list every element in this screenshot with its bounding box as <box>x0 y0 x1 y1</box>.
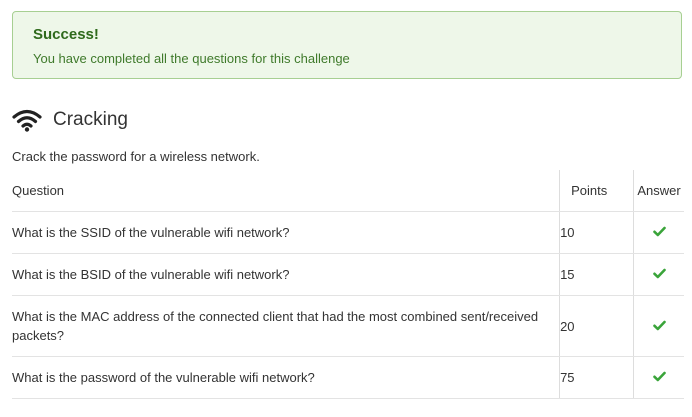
points-value: 20 <box>559 295 634 357</box>
points-value: 10 <box>559 211 634 254</box>
question-text: What is the SSID of the vulnerable wifi … <box>12 225 290 240</box>
table-row: What is the MAC address of the connected… <box>12 295 684 357</box>
column-header-answer: Answer <box>633 170 684 212</box>
question-text: What is the MAC address of the connected… <box>12 309 539 343</box>
check-icon <box>652 319 666 330</box>
check-icon <box>652 267 666 279</box>
section-header: Cracking <box>12 106 128 134</box>
question-text: What is the password of the vulnerable w… <box>12 370 315 385</box>
section-title: Cracking <box>53 109 128 130</box>
wifi-icon <box>12 108 42 132</box>
question-text: What is the BSID of the vulnerable wifi … <box>12 267 290 282</box>
alert-message: You have completed all the questions for… <box>33 51 350 66</box>
table-row: What is the BSID of the vulnerable wifi … <box>12 253 684 296</box>
check-icon <box>652 225 666 237</box>
column-header-question: Question <box>12 170 560 212</box>
table-header-row: Question Points Answer <box>12 170 684 212</box>
success-alert: Success! You have completed all the ques… <box>12 11 682 79</box>
section-description: Crack the password for a wireless networ… <box>12 149 260 164</box>
table-row: What is the SSID of the vulnerable wifi … <box>12 211 684 254</box>
points-value: 75 <box>559 356 634 399</box>
check-icon <box>652 370 666 382</box>
column-header-points: Points <box>559 170 634 212</box>
points-value: 15 <box>559 253 634 296</box>
table-row: What is the password of the vulnerable w… <box>12 356 684 399</box>
questions-table: Question Points Answer What is the SSID … <box>12 170 684 399</box>
alert-title: Success! <box>33 26 99 43</box>
